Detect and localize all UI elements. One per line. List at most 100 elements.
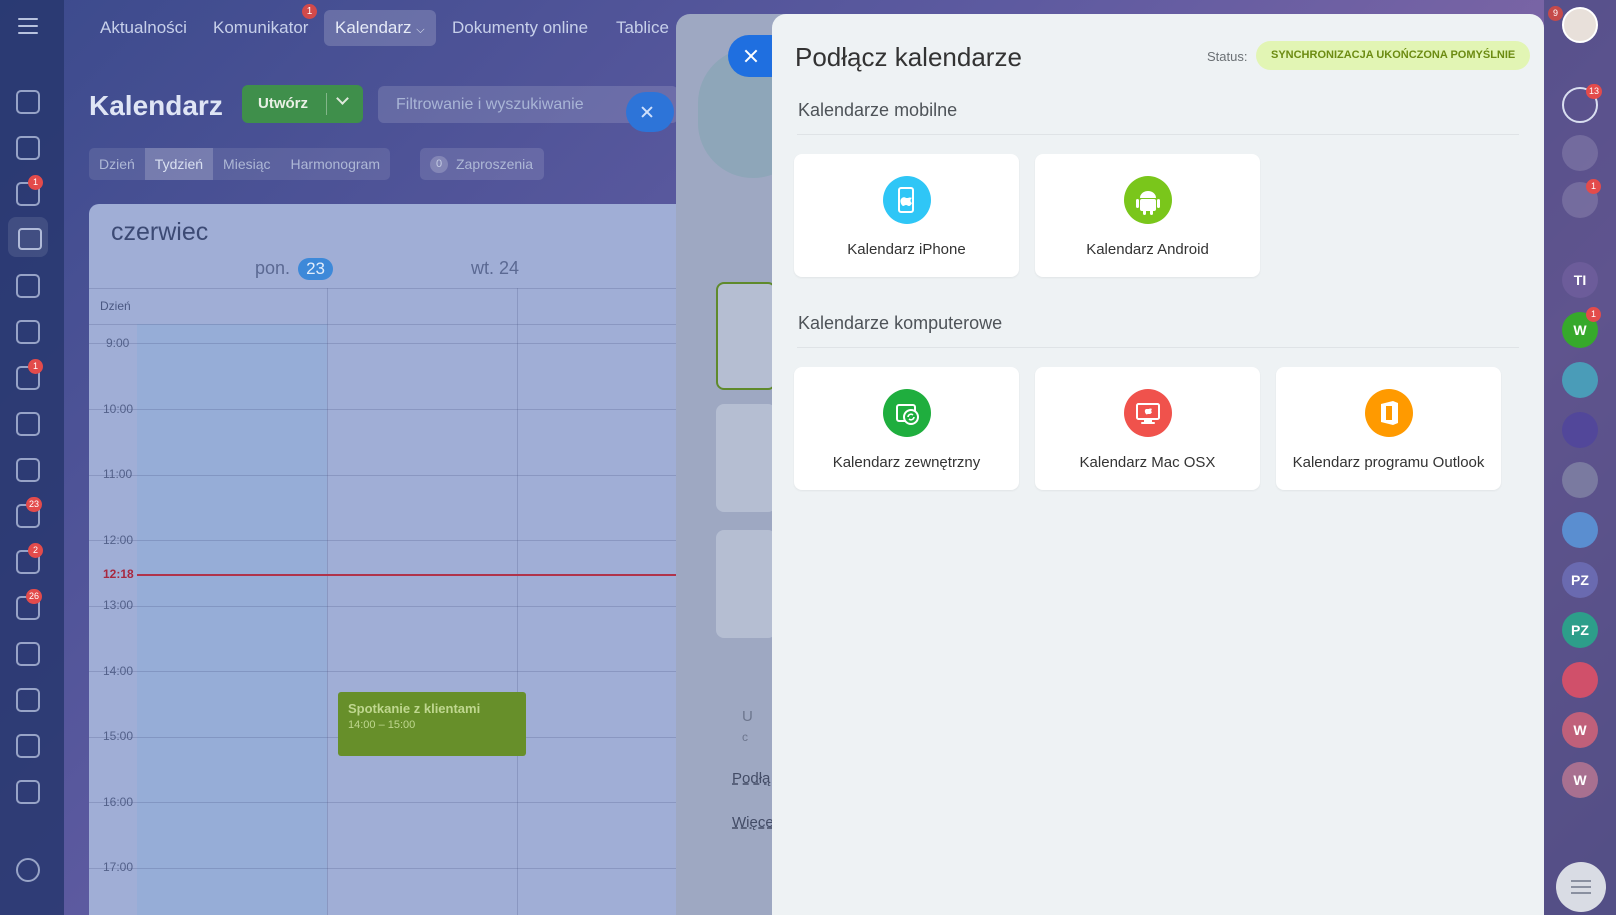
avatar-w-3[interactable]: W — [1562, 762, 1598, 798]
chevron-down-icon[interactable] — [336, 92, 349, 105]
allday-label: Dzień — [100, 299, 131, 313]
video-call-icon[interactable] — [1562, 662, 1598, 698]
nav-aktualnosci[interactable]: Aktualności — [100, 18, 187, 38]
slider-text: c — [742, 730, 748, 744]
target-icon[interactable] — [16, 642, 40, 666]
invites-count: 0 — [430, 156, 448, 173]
grid-line — [327, 288, 328, 915]
calendar-grid: czerwiec pon. 23 wt. 24 Dzień 9:00 10:00… — [89, 204, 689, 915]
page-title: Kalendarz — [89, 90, 223, 121]
feed-icon[interactable] — [16, 136, 40, 160]
chat-badge: 1 — [28, 175, 43, 190]
card-label: Kalendarz zewnętrzny — [832, 454, 981, 471]
card-label: Kalendarz iPhone — [847, 241, 966, 258]
view-week[interactable]: Tydzień — [144, 148, 214, 180]
connect-calendars-panel: Podłącz kalendarze Status: SYNCHRONIZACJ… — [772, 14, 1544, 915]
slider-text: U — [742, 708, 753, 725]
view-month[interactable]: Miesiąc — [213, 148, 280, 180]
board-icon[interactable] — [16, 458, 40, 482]
mac-calendar-card[interactable]: Kalendarz Mac OSX — [1035, 367, 1260, 490]
avatar-pz-2[interactable]: PZ — [1562, 612, 1598, 648]
hour-label: 13:00 — [103, 598, 134, 612]
panel-title: Podłącz kalendarze — [795, 42, 1022, 72]
right-sidebar: 9 13 1 TI W 1 PZ PZ W W — [1544, 0, 1616, 915]
desktop-section-title: Kalendarze komputerowe — [798, 313, 1003, 333]
avatar-ti[interactable]: TI — [1562, 262, 1598, 298]
day-header-mon[interactable]: pon. 23 — [255, 258, 333, 280]
list-menu-icon[interactable] — [1556, 862, 1606, 912]
group-avatar[interactable] — [1562, 462, 1598, 498]
view-schedule[interactable]: Harmonogram — [281, 148, 390, 180]
invites-label: Zaproszenia — [456, 156, 534, 172]
nav-kalendarz[interactable]: Kalendarz ⌵ — [324, 10, 436, 46]
invites-button[interactable]: 0 Zaproszenia — [420, 148, 544, 180]
event-title: Spotkanie z klientami — [348, 701, 481, 716]
people-group-icon[interactable] — [1562, 512, 1598, 548]
people-icon[interactable] — [16, 412, 40, 436]
slider-link[interactable]: Podłą — [732, 770, 770, 787]
activity-icon[interactable] — [16, 90, 40, 114]
grid-line — [517, 288, 518, 915]
cart-icon[interactable] — [16, 688, 40, 712]
avatar-pz[interactable]: PZ — [1562, 562, 1598, 598]
section-divider — [797, 134, 1519, 135]
w-badge: 1 — [1586, 307, 1601, 322]
grid-line — [89, 288, 689, 289]
channel-icon[interactable] — [1562, 412, 1598, 448]
grid-line — [89, 324, 689, 325]
status-badge: SYNCHRONIZACJA UKOŃCZONA POMYŚLNIE — [1256, 41, 1531, 70]
day-header-tue[interactable]: wt. 24 — [471, 258, 519, 279]
today-column — [137, 324, 327, 915]
warehouse-icon[interactable] — [16, 734, 40, 758]
day-label: pon. — [255, 258, 291, 278]
mobile-section-title: Kalendarze mobilne — [798, 100, 958, 120]
user-avatar[interactable] — [1562, 7, 1598, 43]
current-time-line — [137, 574, 689, 576]
create-button[interactable]: Utwórz — [242, 85, 363, 123]
avatar-w-2[interactable]: W — [1562, 712, 1598, 748]
left-sidebar: 1 1 23 2 26 — [0, 0, 64, 915]
outlook-icon — [1365, 389, 1413, 437]
schedule-icon[interactable] — [16, 780, 40, 804]
clear-filter-button[interactable] — [626, 92, 674, 132]
external-sync-icon — [883, 389, 931, 437]
top-badge: 9 — [1548, 6, 1563, 21]
view-day[interactable]: Dzień — [89, 148, 145, 180]
grid-line — [89, 343, 689, 344]
external-calendar-card[interactable]: Kalendarz zewnętrzny — [794, 367, 1019, 490]
day-number-today: 23 — [298, 258, 333, 280]
slider-link[interactable]: Więce — [732, 814, 774, 831]
news-badge: 2 — [28, 543, 43, 558]
grid-line — [89, 409, 689, 410]
iphone-icon — [883, 176, 931, 224]
calendar-icon[interactable] — [8, 217, 48, 257]
android-icon — [1124, 176, 1172, 224]
iphone-calendar-card[interactable]: Kalendarz iPhone — [794, 154, 1019, 277]
grid-line — [89, 606, 689, 607]
top-navigation: Aktualności Komunikator 1 Kalendarz ⌵ Do… — [64, 0, 684, 58]
radar-icon[interactable] — [1562, 135, 1598, 171]
android-calendar-card[interactable]: Kalendarz Android — [1035, 154, 1260, 277]
drive-icon[interactable] — [16, 320, 40, 344]
feed-badge: 26 — [26, 589, 43, 604]
calendar-event[interactable]: Spotkanie z klientami 14:00 – 15:00 — [338, 692, 526, 756]
slider-card — [716, 404, 776, 512]
section-divider — [797, 347, 1519, 348]
nav-komunikator[interactable]: Komunikator — [213, 18, 308, 38]
hour-label: 17:00 — [103, 860, 134, 874]
chat-group-icon[interactable] — [1562, 362, 1598, 398]
nav-dokumenty[interactable]: Dokumenty online — [452, 18, 588, 38]
outlook-calendar-card[interactable]: Kalendarz programu Outlook — [1276, 367, 1501, 490]
nav-tablice[interactable]: Tablice — [616, 18, 669, 38]
menu-icon[interactable] — [18, 18, 38, 34]
create-label: Utwórz — [258, 95, 308, 112]
card-label: Kalendarz Mac OSX — [1079, 454, 1216, 471]
day-label: wt. — [471, 258, 495, 278]
tasks-badge: 23 — [26, 497, 43, 512]
hour-label: 15:00 — [103, 729, 134, 743]
settings-icon[interactable] — [16, 858, 40, 882]
notifications-badge: 13 — [1586, 84, 1603, 99]
grid-line — [89, 671, 689, 672]
document-icon[interactable] — [16, 274, 40, 298]
mail-badge: 1 — [28, 359, 43, 374]
